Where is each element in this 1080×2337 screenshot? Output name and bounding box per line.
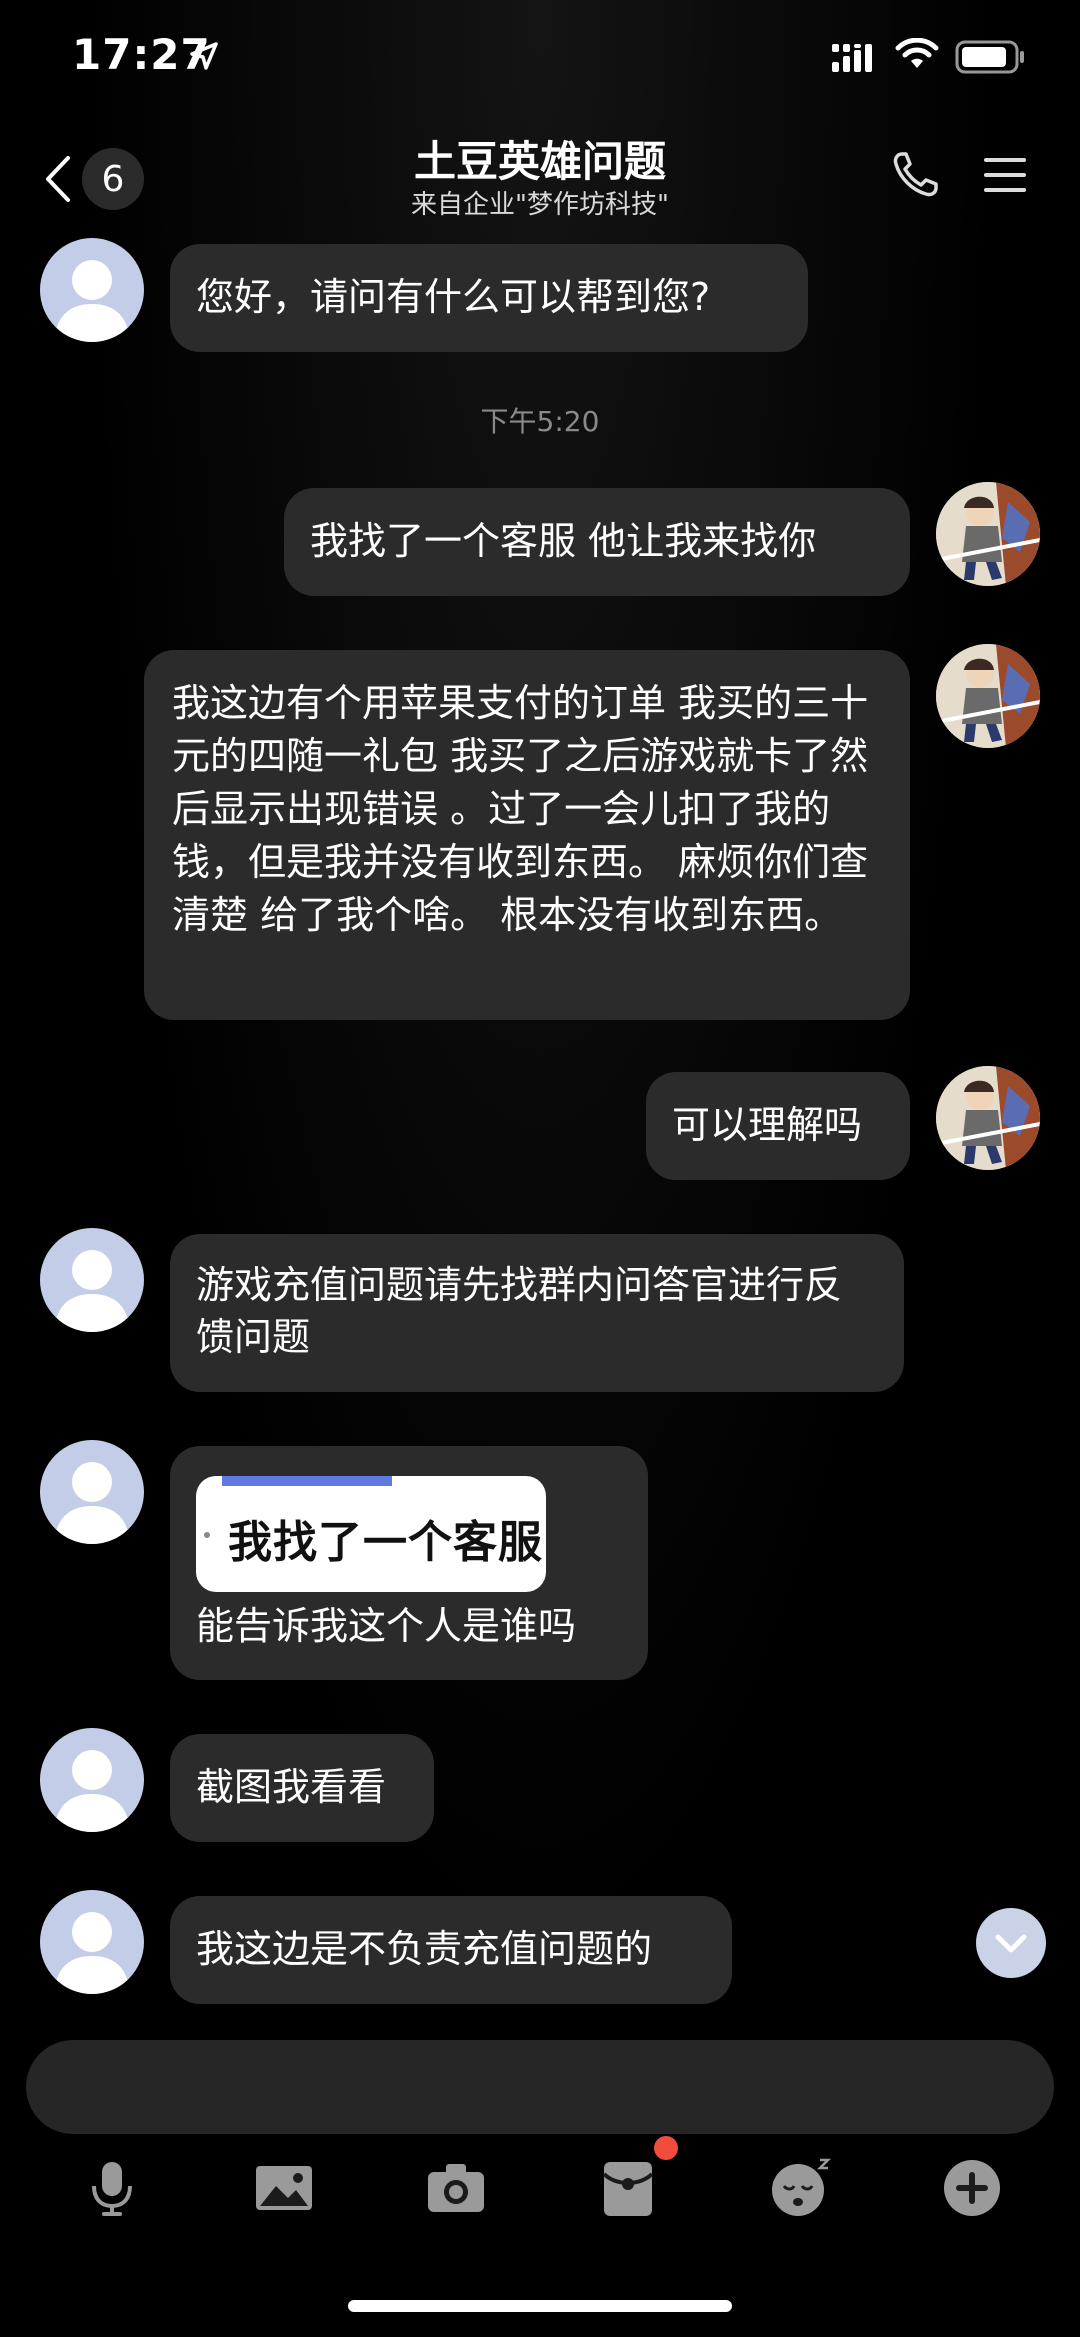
agent-avatar[interactable] xyxy=(40,1890,144,1994)
agent-avatar[interactable] xyxy=(40,238,144,342)
phone-icon[interactable] xyxy=(890,150,940,200)
message-text: 可以理解吗 xyxy=(672,1103,863,1147)
agent-avatar[interactable] xyxy=(40,1728,144,1832)
message-incoming[interactable]: 我这边是不负责充值问题的 xyxy=(170,1896,732,2004)
camera-icon[interactable] xyxy=(424,2156,488,2220)
agent-avatar[interactable] xyxy=(40,1440,144,1544)
message-outgoing[interactable]: 可以理解吗 xyxy=(646,1072,910,1180)
location-arrow-icon xyxy=(190,42,218,70)
message-text: 我这边有个用苹果支付的订单 我买的三十元的四随一礼包 我买了之后游戏就卡了然后显… xyxy=(172,681,869,937)
wifi-icon xyxy=(895,38,939,68)
message-incoming[interactable]: 您好，请问有什么可以帮到您? xyxy=(170,244,808,352)
message-text: 我找了一个客服 他让我来找你 xyxy=(310,519,817,563)
red-packet-icon[interactable] xyxy=(596,2156,660,2220)
chat-header: 6 土豆英雄问题 来自企业"梦作坊科技" xyxy=(0,120,1080,240)
chat-screen: 17:27 6 土豆英雄问题 来自企业"梦作坊科技" 您好，请问有什么可以帮到您… xyxy=(0,0,1080,2337)
emoji-icon[interactable] xyxy=(768,2156,832,2220)
message-timestamp: 下午5:20 xyxy=(480,405,600,438)
person-placeholder-icon xyxy=(54,1462,130,1544)
signal-icon xyxy=(832,44,872,72)
person-placeholder-icon xyxy=(54,1750,130,1832)
message-text: 截图我看看 xyxy=(196,1765,387,1809)
battery-icon xyxy=(955,40,1024,74)
home-indicator xyxy=(348,2300,732,2312)
person-placeholder-icon xyxy=(54,1912,130,1994)
message-text: 游戏充值问题请先找群内问答官进行反馈问题 xyxy=(196,1263,843,1359)
user-avatar-image xyxy=(936,1066,1040,1170)
message-text: 您好，请问有什么可以帮到您? xyxy=(196,275,711,319)
image-text: 我找了一个客服 xyxy=(228,1517,543,1568)
chevron-down-icon xyxy=(995,1934,1027,1953)
plus-icon[interactable] xyxy=(940,2156,1004,2220)
image-icon[interactable] xyxy=(252,2156,316,2220)
message-outgoing[interactable]: 我找了一个客服 他让我来找你 xyxy=(284,488,910,596)
notification-dot xyxy=(654,2136,678,2160)
user-avatar-image xyxy=(936,482,1040,586)
user-avatar-image xyxy=(936,644,1040,748)
person-placeholder-icon xyxy=(54,260,130,342)
image-bullet xyxy=(204,1532,210,1538)
message-input[interactable] xyxy=(26,2040,1054,2134)
user-avatar[interactable] xyxy=(936,644,1040,748)
image-cropped-text xyxy=(222,1476,392,1486)
message-text: 我这边是不负责充值问题的 xyxy=(196,1927,653,1971)
user-avatar[interactable] xyxy=(936,1066,1040,1170)
message-text: 能告诉我这个人是谁吗 xyxy=(196,1604,577,1648)
user-avatar[interactable] xyxy=(936,482,1040,586)
status-bar: 17:27 xyxy=(0,0,1080,120)
menu-icon[interactable] xyxy=(982,152,1028,198)
scroll-to-bottom-button[interactable] xyxy=(976,1908,1046,1978)
message-incoming[interactable]: 截图我看看 xyxy=(170,1734,434,1842)
microphone-icon[interactable] xyxy=(80,2156,144,2220)
agent-avatar[interactable] xyxy=(40,1228,144,1332)
message-incoming[interactable]: 游戏充值问题请先找群内问答官进行反馈问题 xyxy=(170,1234,904,1392)
person-placeholder-icon xyxy=(54,1250,130,1332)
image-attachment[interactable]: 我找了一个客服 xyxy=(196,1476,546,1592)
message-outgoing[interactable]: 我这边有个用苹果支付的订单 我买的三十元的四随一礼包 我买了之后游戏就卡了然后显… xyxy=(144,650,910,1020)
